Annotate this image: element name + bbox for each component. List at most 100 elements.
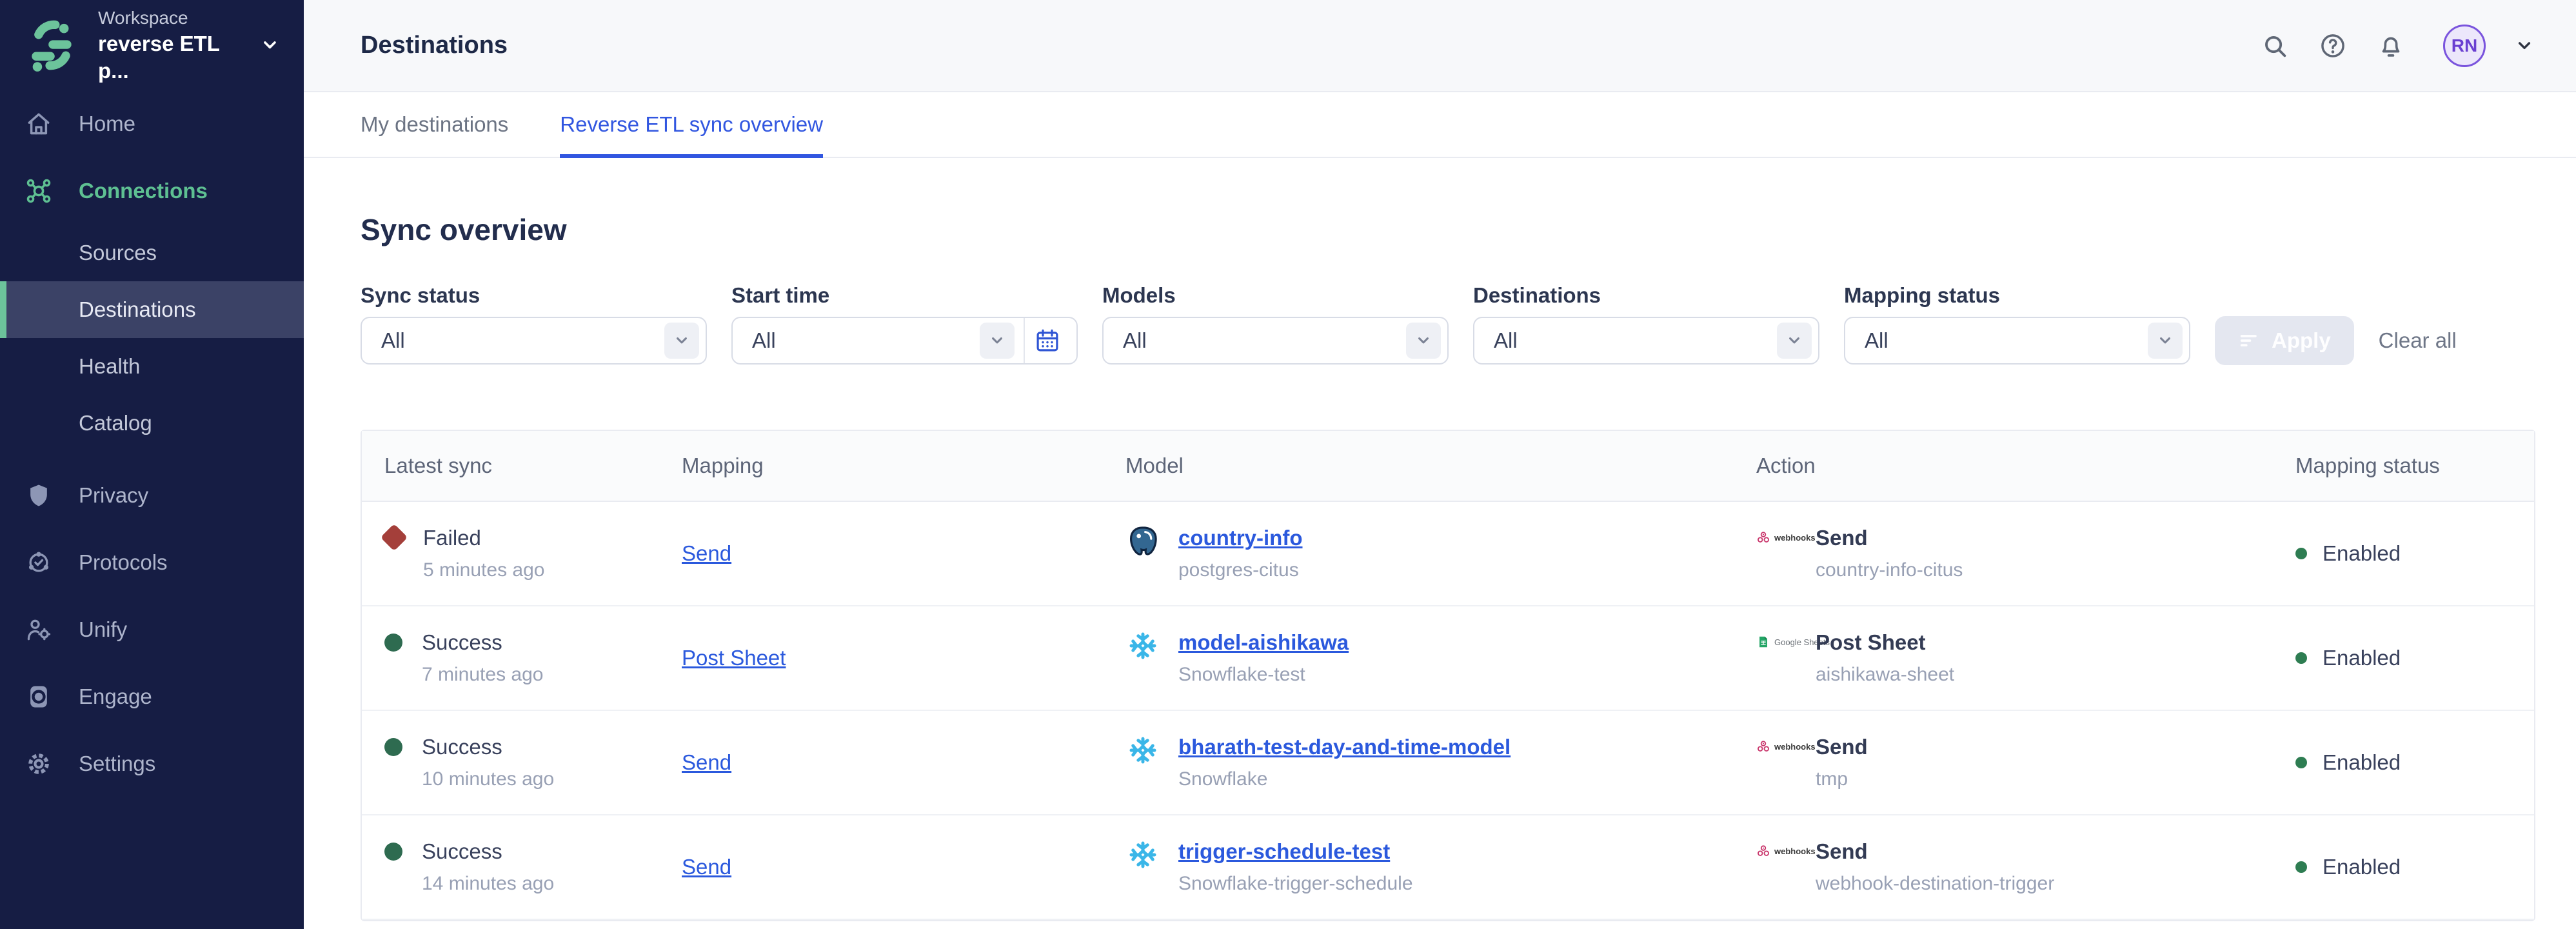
table-row: Success 10 minutes ago Send bharath-test…: [362, 711, 2534, 815]
clear-all-link[interactable]: Clear all: [2379, 328, 2457, 353]
mapping-link[interactable]: Send: [682, 855, 731, 879]
page-content: Sync overview Sync status All Start time…: [304, 158, 2576, 929]
home-icon: [25, 110, 53, 138]
help-icon[interactable]: [2318, 31, 2348, 61]
enabled-dot-icon: [2295, 861, 2307, 873]
start-time-select[interactable]: All: [731, 317, 1078, 365]
filter-actions: Apply Clear all: [2215, 316, 2457, 365]
snowflake-icon: [1125, 628, 1160, 663]
unify-icon: [25, 615, 53, 644]
sidebar-item-destinations[interactable]: Destinations: [0, 281, 304, 338]
action-cell: webhooks Send webhook-destination-trigge…: [1734, 815, 2273, 919]
mapping-status-select[interactable]: All: [1844, 317, 2190, 365]
success-status-icon: [384, 738, 402, 756]
sidebar-item-health[interactable]: Health: [0, 338, 304, 395]
workspace-switcher[interactable]: Workspace reverse ETL p...: [0, 0, 304, 90]
sync-status-text: Success: [422, 630, 543, 655]
model-link[interactable]: trigger-schedule-test: [1178, 839, 1413, 864]
sidebar-item-label: Health: [79, 354, 140, 379]
model-source-text: Snowflake-test: [1178, 663, 1349, 686]
enabled-dot-icon: [2295, 757, 2307, 768]
rudderstack-logo-icon: [22, 15, 81, 75]
success-status-icon: [384, 634, 402, 652]
latest-sync-cell: Success 7 minutes ago: [362, 606, 659, 710]
sync-time-text: 14 minutes ago: [422, 872, 554, 895]
apply-button[interactable]: Apply: [2215, 316, 2354, 365]
tab-label: My destinations: [361, 112, 508, 137]
mapping-link[interactable]: Post Sheet: [682, 646, 786, 670]
destination-brand: webhooks: [1756, 844, 1816, 858]
tab-my-destinations[interactable]: My destinations: [361, 92, 508, 157]
google-sheets-icon: [1756, 635, 1770, 649]
connections-icon: [25, 177, 53, 205]
apply-label: Apply: [2272, 328, 2331, 353]
table-row: Failed 5 minutes ago Send country-info: [362, 502, 2534, 606]
model-cell: trigger-schedule-test Snowflake-trigger-…: [1103, 815, 1734, 919]
tab-label: Reverse ETL sync overview: [560, 112, 823, 137]
protocols-icon: [25, 548, 53, 577]
sync-status-select[interactable]: All: [361, 317, 707, 365]
action-sub-text: country-info-citus: [1816, 559, 1963, 582]
models-select[interactable]: All: [1102, 317, 1449, 365]
action-title: Send: [1816, 734, 1868, 760]
action-cell: Google Sheets Post Sheet aishikawa-sheet: [1734, 606, 2273, 710]
model-source-text: Snowflake-trigger-schedule: [1178, 872, 1413, 895]
sidebar-item-label: Destinations: [79, 297, 196, 322]
model-cell: bharath-test-day-and-time-model Snowflak…: [1103, 711, 1734, 814]
destination-brand: webhooks: [1756, 739, 1816, 754]
mapping-status-cell: Enabled: [2273, 815, 2537, 919]
sidebar-item-settings[interactable]: Settings: [0, 730, 304, 797]
sidebar: Workspace reverse ETL p... Home Connecti…: [0, 0, 304, 929]
model-link[interactable]: bharath-test-day-and-time-model: [1178, 734, 1511, 760]
success-status-icon: [384, 843, 402, 861]
sidebar-item-unify[interactable]: Unify: [0, 596, 304, 663]
column-header-action: Action: [1734, 431, 2273, 501]
sync-status-text: Failed: [423, 525, 544, 551]
sidebar-item-sources[interactable]: Sources: [0, 225, 304, 281]
sidebar-item-label: Home: [79, 112, 135, 136]
model-link[interactable]: model-aishikawa: [1178, 630, 1349, 655]
sync-overview-table: Latest sync Mapping Model Action Mapping…: [361, 430, 2535, 921]
filter-start-time: Start time All: [731, 282, 1078, 365]
model-cell: model-aishikawa Snowflake-test: [1103, 606, 1734, 710]
filter-mapping-status: Mapping status All: [1844, 282, 2190, 365]
tab-reverse-etl-sync-overview[interactable]: Reverse ETL sync overview: [560, 92, 823, 157]
filter-label: Models: [1102, 282, 1449, 309]
workspace-name: reverse ETL p...: [98, 30, 243, 85]
column-header-mapping-status: Mapping status: [2273, 431, 2537, 501]
avatar[interactable]: RN: [2443, 25, 2486, 67]
filter-label: Mapping status: [1844, 282, 2190, 309]
sidebar-item-protocols[interactable]: Protocols: [0, 529, 304, 596]
sidebar-item-home[interactable]: Home: [0, 90, 304, 157]
mapping-link[interactable]: Send: [682, 750, 731, 775]
sidebar-item-label: Sources: [79, 241, 157, 265]
sidebar-item-catalog[interactable]: Catalog: [0, 395, 304, 452]
sidebar-nav: Home Connections Sources Destinations He…: [0, 90, 304, 797]
sidebar-item-connections[interactable]: Connections: [0, 157, 304, 225]
mapping-link[interactable]: Send: [682, 541, 731, 566]
action-cell: webhooks Send tmp: [1734, 711, 2273, 814]
search-icon[interactable]: [2260, 31, 2290, 61]
model-cell: country-info postgres-citus: [1103, 502, 1734, 605]
shield-icon: [25, 481, 53, 510]
calendar-icon[interactable]: [1024, 318, 1070, 363]
mapping-status-text: Enabled: [2323, 854, 2401, 880]
column-header-latest-sync: Latest sync: [362, 431, 659, 501]
mapping-status-cell: Enabled: [2273, 711, 2537, 814]
chevron-down-icon[interactable]: [2514, 35, 2535, 56]
enabled-dot-icon: [2295, 548, 2307, 559]
snowflake-icon: [1125, 837, 1160, 872]
destinations-select[interactable]: All: [1473, 317, 1819, 365]
chevron-down-icon: [2148, 323, 2183, 359]
action-title: Send: [1816, 525, 1963, 551]
sidebar-item-privacy[interactable]: Privacy: [0, 462, 304, 529]
notifications-icon[interactable]: [2376, 31, 2406, 61]
latest-sync-cell: Success 10 minutes ago: [362, 711, 659, 814]
model-link[interactable]: country-info: [1178, 525, 1302, 551]
snowflake-icon: [1125, 733, 1160, 768]
column-header-mapping: Mapping: [659, 431, 1103, 501]
page-title: Destinations: [361, 32, 508, 59]
chevron-down-icon[interactable]: [259, 34, 281, 57]
filter-icon: [2238, 330, 2260, 352]
sidebar-item-engage[interactable]: Engage: [0, 663, 304, 730]
